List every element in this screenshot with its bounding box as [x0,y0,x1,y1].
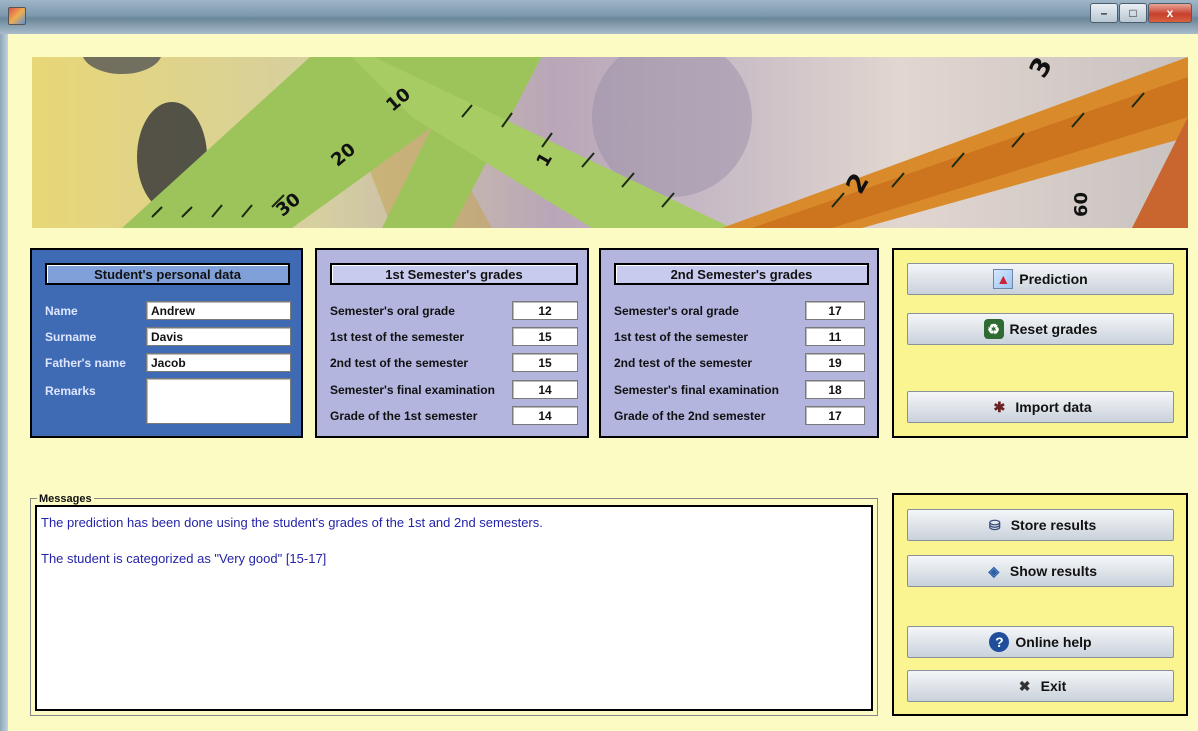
help-icon: ? [989,632,1010,652]
first-semester-header: 1st Semester's grades [330,263,578,285]
fathers-name-label: Father's name [45,356,126,370]
surname-label: Surname [45,330,97,344]
sem2-oral-grade-label: Semester's oral grade [614,304,739,318]
import-data-button-label: Import data [1015,399,1092,415]
app-icon [8,7,26,25]
message-line: The prediction has been done using the s… [41,515,543,530]
close-button[interactable]: x [1148,3,1192,23]
messages-legend: Messages [37,493,94,505]
ruler-label: 3 [1024,57,1059,83]
results-actions-panel: ⛁ Store results ◈ Show results ? Online … [892,493,1188,716]
message-line: The student is categorized as "Very good… [41,551,327,566]
show-icon: ◈ [988,562,1000,579]
sem2-grade-label: Grade of the 2nd semester [614,409,766,423]
sem1-test2-field[interactable] [512,353,578,372]
online-help-button-label: Online help [1015,634,1092,650]
show-results-button-label: Show results [1009,563,1098,579]
remarks-field[interactable] [146,378,291,424]
prediction-actions-panel: ▲ Prediction ♻ Reset grades ✱ Import dat… [892,248,1188,438]
store-results-button[interactable]: ⛁ Store results [907,509,1174,541]
personal-data-panel: Student's personal data Name Surname Fat… [30,248,303,438]
surname-field[interactable] [146,327,291,346]
second-semester-panel: 2nd Semester's grades Semester's oral gr… [599,248,879,438]
sem2-oral-grade-field[interactable] [805,301,865,320]
recycle-icon: ♻ [983,319,1004,339]
reset-grades-button-label: Reset grades [1009,321,1098,337]
sem1-grade-label: Grade of the 1st semester [330,409,478,423]
remarks-label: Remarks [45,384,96,398]
sem1-test2-label: 2nd test of the semester [330,356,469,370]
minimize-button[interactable]: – [1090,3,1118,23]
sem2-test2-field[interactable] [805,353,865,372]
messages-area[interactable]: The prediction has been done using the s… [35,505,873,711]
sem1-oral-grade-field[interactable] [512,301,578,320]
banner-graphic: 30 20 10 1 2 3 60 [83,57,1188,228]
exit-button[interactable]: ✖ Exit [907,670,1174,702]
sem2-test1-label: 1st test of the semester [614,330,749,344]
sem1-oral-grade-label: Semester's oral grade [330,304,455,318]
sem2-test2-label: 2nd test of the semester [614,356,753,370]
sem1-test1-field[interactable] [512,327,578,346]
sem2-final-exam-field[interactable] [805,380,865,399]
ruler-label: 60 [1071,192,1092,217]
show-results-button[interactable]: ◈ Show results [907,555,1174,587]
sem1-final-exam-field[interactable] [512,380,578,399]
store-icon: ⛁ [988,516,1001,533]
reset-grades-button[interactable]: ♻ Reset grades [907,313,1174,345]
exit-icon: ✖ [1018,677,1031,694]
name-label: Name [45,304,78,318]
sem1-test1-label: 1st test of the semester [330,330,465,344]
online-help-button[interactable]: ? Online help [907,626,1174,658]
sem2-grade-field[interactable] [805,406,865,425]
window-controls: – □ x [1089,3,1192,23]
store-results-button-label: Store results [1010,517,1097,533]
rulers-banner: 30 20 10 1 2 3 60 [32,57,1188,228]
personal-data-header: Student's personal data [45,263,290,285]
import-icon: ✱ [993,398,1006,415]
import-data-button[interactable]: ✱ Import data [907,391,1174,423]
prediction-button[interactable]: ▲ Prediction [907,263,1174,295]
first-semester-panel: 1st Semester's grades Semester's oral gr… [315,248,589,438]
chart-icon: ▲ [993,269,1014,289]
sem2-final-exam-label: Semester's final examination [614,383,779,397]
sem1-final-exam-label: Semester's final examination [330,383,495,397]
sem2-test1-field[interactable] [805,327,865,346]
name-field[interactable] [146,301,291,320]
second-semester-header: 2nd Semester's grades [614,263,869,285]
exit-button-label: Exit [1040,678,1067,694]
fathers-name-field[interactable] [146,353,291,372]
messages-group: Messages The prediction has been done us… [30,493,878,716]
window-left-border [0,34,8,731]
maximize-button[interactable]: □ [1119,3,1147,23]
sem1-grade-field[interactable] [512,406,578,425]
prediction-button-label: Prediction [1019,271,1088,287]
window-titlebar[interactable]: – □ x [0,0,1198,34]
